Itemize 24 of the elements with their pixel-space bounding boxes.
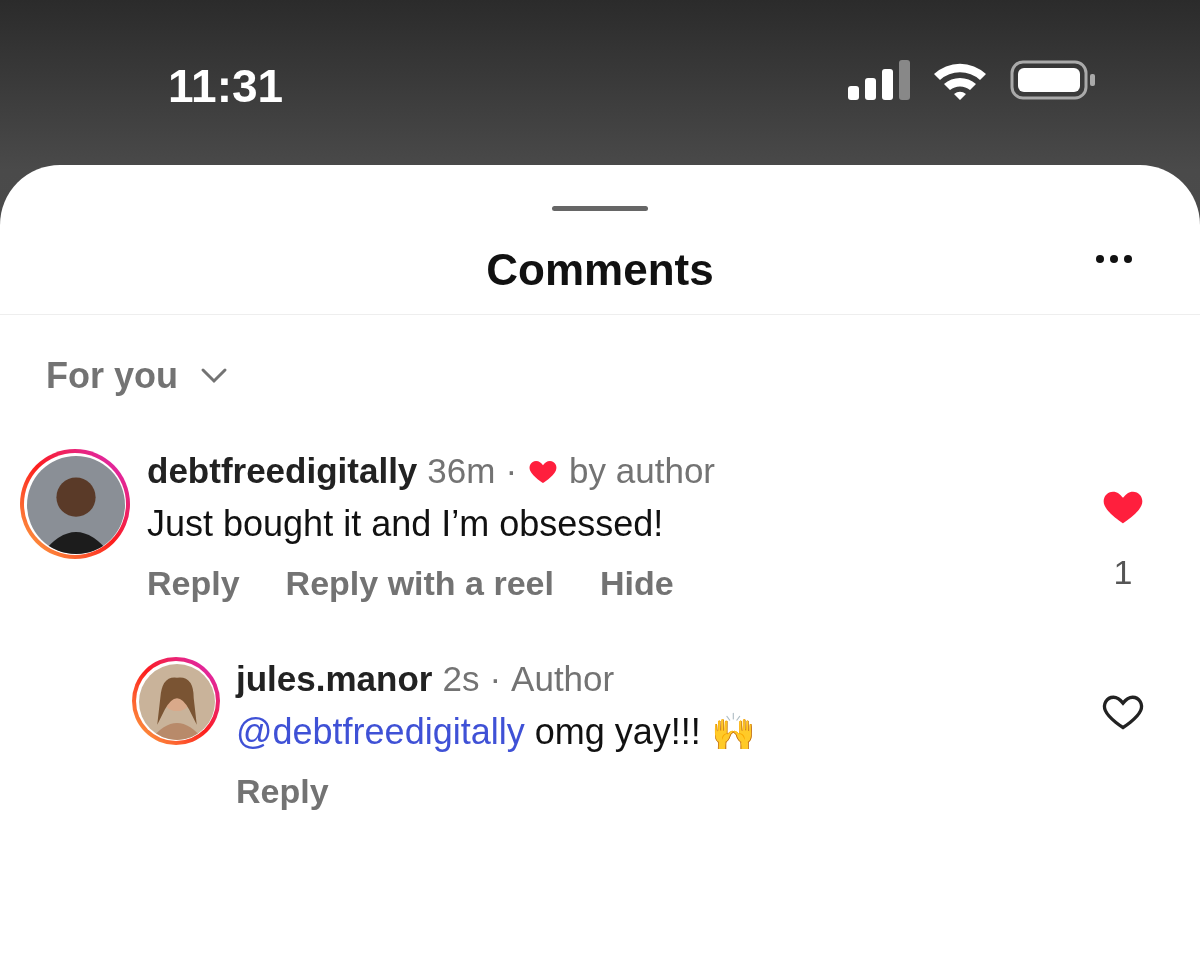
comment-action[interactable]: Reply with a reel <box>285 561 554 605</box>
comment-time: 2s <box>442 658 480 700</box>
sort-dropdown[interactable]: For you <box>46 349 228 403</box>
comment-action[interactable]: Reply <box>147 561 240 605</box>
separator: · <box>489 658 502 700</box>
signal-icon <box>848 60 910 100</box>
author-label: Author <box>511 658 615 700</box>
like-count: 1 <box>1113 552 1133 593</box>
liked-by-author-label: by author <box>569 450 715 492</box>
comment-text: @debtfreedigitally omg yay!!! 🙌 <box>236 710 757 754</box>
username[interactable]: debtfreedigitally <box>147 449 418 493</box>
drag-handle[interactable] <box>552 206 648 211</box>
comment-action[interactable]: Reply <box>236 769 329 813</box>
more-options-icon[interactable] <box>1094 253 1134 265</box>
comment-text: Just bought it and I’m obsessed! <box>147 502 665 546</box>
separator: · <box>505 450 518 492</box>
mention-link[interactable]: @debtfreedigitally <box>236 711 535 752</box>
comment-action[interactable]: Hide <box>599 561 674 605</box>
battery-icon <box>1010 60 1096 100</box>
comment-time: 36m <box>427 450 496 492</box>
chevron-down-icon <box>200 367 228 385</box>
status-time: 11:31 <box>168 59 284 114</box>
sheet-title: Comments <box>486 243 714 296</box>
username[interactable]: jules.manor <box>236 657 433 701</box>
